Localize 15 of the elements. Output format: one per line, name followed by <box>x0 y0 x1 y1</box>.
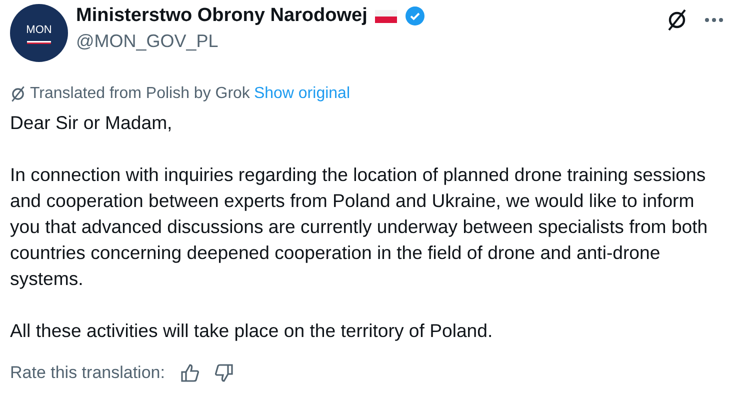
account-handle[interactable]: @MON_GOV_PL <box>76 28 666 55</box>
tweet-paragraph: Dear Sir or Madam, <box>10 111 174 135</box>
flag-icon <box>375 10 398 22</box>
avatar[interactable]: MON <box>10 4 68 62</box>
thumbs-down-icon[interactable] <box>214 364 233 382</box>
translation-note: Translated from Polish by Grok <box>30 84 250 104</box>
grok-icon <box>10 85 26 103</box>
more-icon[interactable] <box>704 17 724 23</box>
grok-icon[interactable] <box>666 8 688 32</box>
avatar-text: MON <box>26 23 52 38</box>
tweet-paragraph: In connection with inquiries regarding the location of planned drone training sessions and cooperation between experts from Poland and Ukraine, we would like to inform you that advanced discussions are currently underway between specialists from both countries concerning deepened cooperation in the field of drone and anti-drone systems. <box>10 163 709 291</box>
tweet-paragraph: All these activities will take place on the territory of Poland. <box>10 319 494 343</box>
thumbs-up-icon[interactable] <box>180 364 199 382</box>
rate-label: Rate this translation: <box>10 362 165 384</box>
account-name[interactable]: Ministerstwo Obrony Narodowej <box>76 4 368 28</box>
